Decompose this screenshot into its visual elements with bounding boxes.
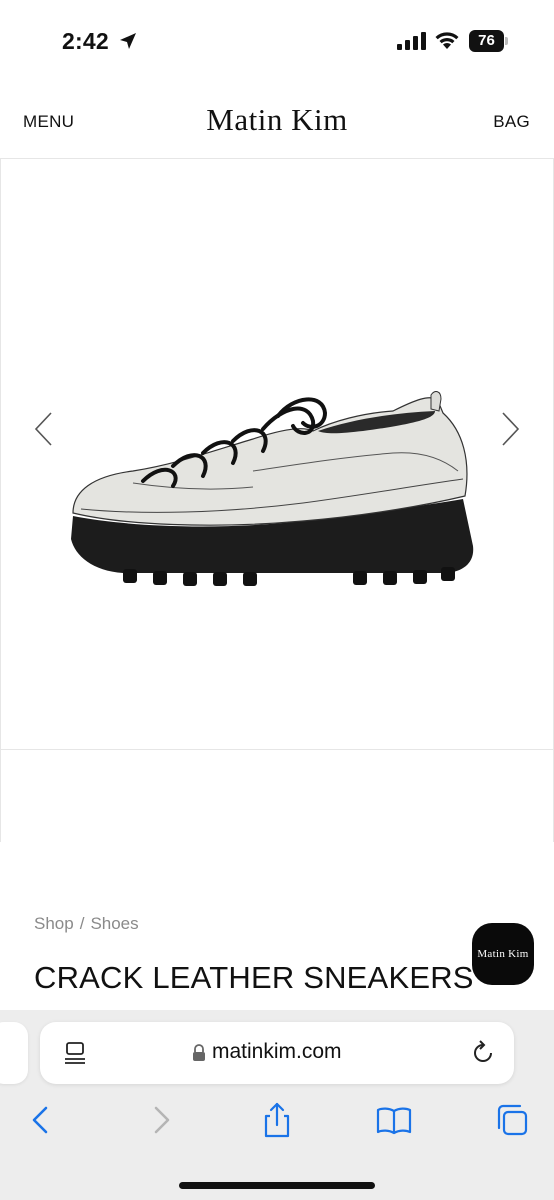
floating-brand-button[interactable]: Matin Kim bbox=[472, 923, 534, 985]
reload-icon[interactable] bbox=[470, 1040, 496, 1066]
status-bar: 2:42 76 bbox=[0, 0, 554, 80]
cellular-signal-icon bbox=[397, 32, 426, 50]
breadcrumb-shop[interactable]: Shop bbox=[34, 914, 74, 933]
product-image-sneaker bbox=[71, 391, 474, 586]
address-bar[interactable]: matinkim.com bbox=[40, 1022, 514, 1084]
url-text: matinkim.com bbox=[212, 1040, 342, 1063]
chevron-right-icon[interactable] bbox=[497, 409, 523, 449]
location-arrow-icon bbox=[120, 33, 136, 49]
product-gallery bbox=[0, 158, 554, 750]
page-menu-icon[interactable] bbox=[64, 1041, 86, 1065]
bookmarks-icon[interactable] bbox=[374, 1100, 414, 1140]
breadcrumb-separator: / bbox=[79, 914, 85, 933]
tabs-icon[interactable] bbox=[492, 1100, 532, 1140]
safari-bottom-bar: matinkim.com bbox=[0, 1010, 554, 1200]
breadcrumb: Shop / Shoes bbox=[34, 914, 139, 934]
status-time: 2:42 bbox=[62, 28, 109, 54]
bag-button[interactable]: BAG bbox=[493, 112, 530, 132]
back-icon[interactable] bbox=[22, 1100, 62, 1140]
brand-logo[interactable]: Matin Kim bbox=[0, 102, 554, 138]
battery-level: 76 bbox=[469, 30, 504, 52]
wifi-icon bbox=[435, 32, 459, 49]
battery-indicator: 76 bbox=[469, 30, 509, 52]
battery-cap bbox=[505, 37, 508, 45]
lock-icon bbox=[193, 1044, 205, 1061]
site-header: MENU Matin Kim BAG bbox=[0, 90, 554, 156]
previous-tab-preview[interactable] bbox=[0, 1022, 28, 1084]
forward-icon[interactable] bbox=[142, 1100, 182, 1140]
gallery-next-slide bbox=[0, 750, 554, 842]
home-indicator bbox=[179, 1182, 375, 1189]
breadcrumb-shoes[interactable]: Shoes bbox=[90, 914, 138, 933]
share-icon[interactable] bbox=[257, 1100, 297, 1140]
product-title: CRACK LEATHER SNEAKERS bbox=[34, 960, 474, 995]
chevron-left-icon[interactable] bbox=[31, 409, 57, 449]
safari-toolbar bbox=[0, 1100, 554, 1144]
